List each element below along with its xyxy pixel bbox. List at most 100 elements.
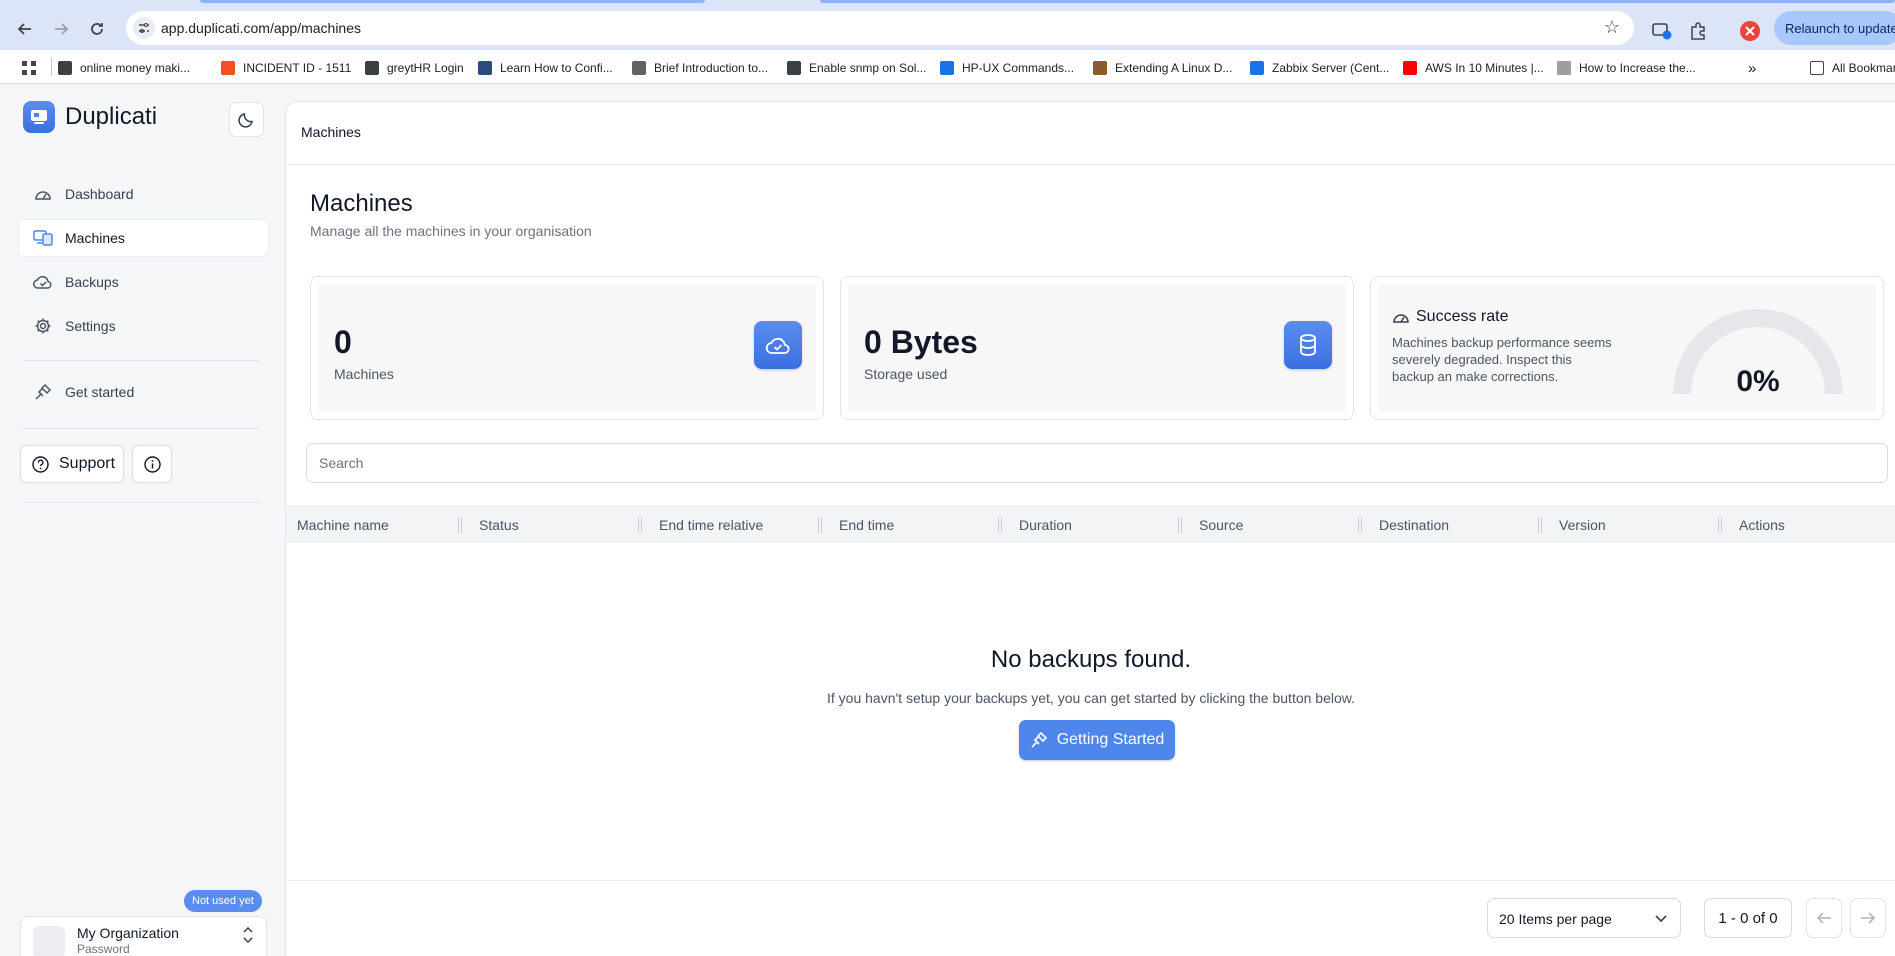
bookmark-label: Enable snmp on Sol... (809, 61, 927, 75)
sidebar-item-label: Machines (65, 230, 125, 246)
organization-switcher[interactable]: My Organization Password (20, 916, 267, 956)
sidebar-item-backups[interactable]: Backups (19, 264, 268, 300)
column-header-duration[interactable]: Duration (1019, 517, 1072, 533)
address-bar[interactable]: app.duplicati.com/app/machines ☆ (126, 11, 1634, 45)
bookmark-item[interactable]: Learn How to Confi... (478, 59, 613, 77)
column-resize-handle[interactable] (1718, 517, 1722, 533)
support-button[interactable]: Support (20, 445, 124, 483)
sidebar-item-get-started[interactable]: Get started (19, 374, 268, 410)
duplicati-app: Duplicati Dashboard Machines Backups Set… (0, 84, 1895, 956)
column-resize-handle[interactable] (818, 517, 822, 533)
sidebar-item-settings[interactable]: Settings (19, 308, 268, 344)
bookmark-item[interactable]: Zabbix Server (Cent... (1250, 59, 1389, 77)
theme-toggle-button[interactable] (229, 102, 264, 137)
success-rate-title: Success rate (1416, 308, 1509, 325)
items-per-page-select[interactable]: 20 Items per page (1487, 898, 1681, 938)
column-header-end-time[interactable]: End time (839, 517, 894, 533)
bookmark-item[interactable]: greytHR Login (365, 59, 464, 77)
folder-icon (1810, 61, 1824, 75)
bookmark-label: How to Increase the... (1579, 61, 1696, 75)
pagination-range: 1 - 0 of 0 (1704, 898, 1792, 938)
bookmark-item[interactable]: Extending A Linux D... (1093, 59, 1232, 77)
brand[interactable]: Duplicati (23, 101, 157, 133)
bookmark-star-icon[interactable]: ☆ (1604, 17, 1620, 38)
bookmark-label: AWS In 10 Minutes |... (1425, 61, 1544, 75)
bookmark-favicon-icon (58, 61, 72, 75)
column-header-version[interactable]: Version (1559, 517, 1606, 533)
bookmark-item[interactable]: AWS In 10 Minutes |... (1403, 59, 1544, 77)
sidebar-item-dashboard[interactable]: Dashboard (19, 176, 268, 212)
bookmark-favicon-icon (365, 61, 379, 75)
column-header-status[interactable]: Status (479, 517, 519, 533)
gauge-icon (33, 184, 53, 204)
bookmark-favicon-icon (940, 61, 954, 75)
bookmark-favicon-icon (1093, 61, 1107, 75)
success-rate-value: 0% (1736, 365, 1780, 398)
url-text[interactable]: app.duplicati.com/app/machines (161, 20, 361, 36)
breadcrumb-current[interactable]: Machines (301, 124, 361, 140)
browser-tab-active[interactable] (820, 0, 1895, 3)
info-icon (143, 455, 161, 473)
extensions-icon[interactable] (1686, 19, 1710, 43)
browser-toolbar: app.duplicati.com/app/machines ☆ Relaunc… (0, 8, 1895, 50)
storage-used-label: Storage used (864, 366, 948, 382)
footer-divider (286, 880, 1895, 881)
brand-name: Duplicati (65, 103, 158, 130)
bookmark-label: online money maki... (80, 61, 191, 75)
back-icon[interactable] (11, 15, 39, 43)
bookmark-item[interactable]: online money maki... (58, 59, 190, 77)
bookmark-item[interactable]: Enable snmp on Sol... (787, 59, 926, 77)
more-bookmarks-button[interactable]: » (1748, 59, 1756, 77)
column-header-source[interactable]: Source (1199, 517, 1243, 533)
all-bookmarks-folder[interactable]: All Bookmarks (1810, 59, 1895, 77)
bookmark-item[interactable]: How to Increase the... (1557, 59, 1696, 77)
site-info-icon[interactable] (133, 17, 155, 39)
database-icon (1284, 321, 1332, 369)
search-input[interactable]: Search (306, 443, 1888, 483)
page-subtitle: Manage all the machines in your organisa… (310, 223, 592, 239)
column-header-end-time-relative[interactable]: End time relative (659, 517, 763, 533)
arrow-left-icon (1816, 912, 1831, 924)
bookmark-label: HP-UX Commands... (962, 61, 1075, 75)
getting-started-button[interactable]: Getting Started (1019, 720, 1175, 760)
column-resize-handle[interactable] (998, 517, 1002, 533)
sidebar-divider (23, 502, 260, 503)
column-resize-handle[interactable] (1178, 517, 1182, 533)
browser-tab-inactive[interactable] (200, 0, 705, 3)
profile-avatar-icon[interactable] (1738, 19, 1762, 43)
relaunch-button[interactable]: Relaunch to update (1774, 11, 1895, 45)
apps-grid-icon[interactable] (22, 59, 36, 77)
gauge-icon (1392, 310, 1410, 324)
bookmark-label: Zabbix Server (Cent... (1272, 61, 1390, 75)
bookmark-favicon-icon (478, 61, 492, 75)
column-resize-handle[interactable] (1538, 517, 1542, 533)
usage-badge: Not used yet (184, 890, 262, 912)
success-rate-card: Success rate Machines backup performance… (1370, 276, 1884, 420)
support-label: Support (59, 455, 116, 472)
column-header-actions[interactable]: Actions (1739, 517, 1785, 533)
moon-icon (238, 113, 253, 128)
bookmark-item[interactable]: HP-UX Commands... (940, 59, 1074, 77)
column-resize-handle[interactable] (638, 517, 642, 533)
bookmark-favicon-icon (632, 61, 646, 75)
bookmark-item[interactable]: Brief Introduction to... (632, 59, 768, 77)
info-button[interactable] (132, 445, 172, 483)
previous-page-button[interactable] (1806, 898, 1842, 938)
cast-icon[interactable] (1650, 19, 1674, 43)
org-name: My Organization (77, 925, 179, 941)
bookmark-favicon-icon (1250, 61, 1264, 75)
sidebar-item-machines[interactable]: Machines (19, 220, 268, 256)
bookmark-item[interactable]: INCIDENT ID - 1511 (221, 59, 351, 77)
reload-icon[interactable] (83, 15, 111, 43)
sidebar: Duplicati Dashboard Machines Backups Set… (0, 84, 283, 956)
browser-tabstrip (0, 0, 1895, 8)
sidebar-divider (23, 428, 260, 429)
column-header-destination[interactable]: Destination (1379, 517, 1449, 533)
next-page-button[interactable] (1850, 898, 1886, 938)
column-header-machine-name[interactable]: Machine name (297, 517, 389, 533)
column-resize-handle[interactable] (1358, 517, 1362, 533)
column-resize-handle[interactable] (458, 517, 462, 533)
success-rate-heading: Success rate (1392, 308, 1508, 326)
sidebar-divider (23, 360, 260, 361)
forward-icon[interactable] (47, 15, 75, 43)
